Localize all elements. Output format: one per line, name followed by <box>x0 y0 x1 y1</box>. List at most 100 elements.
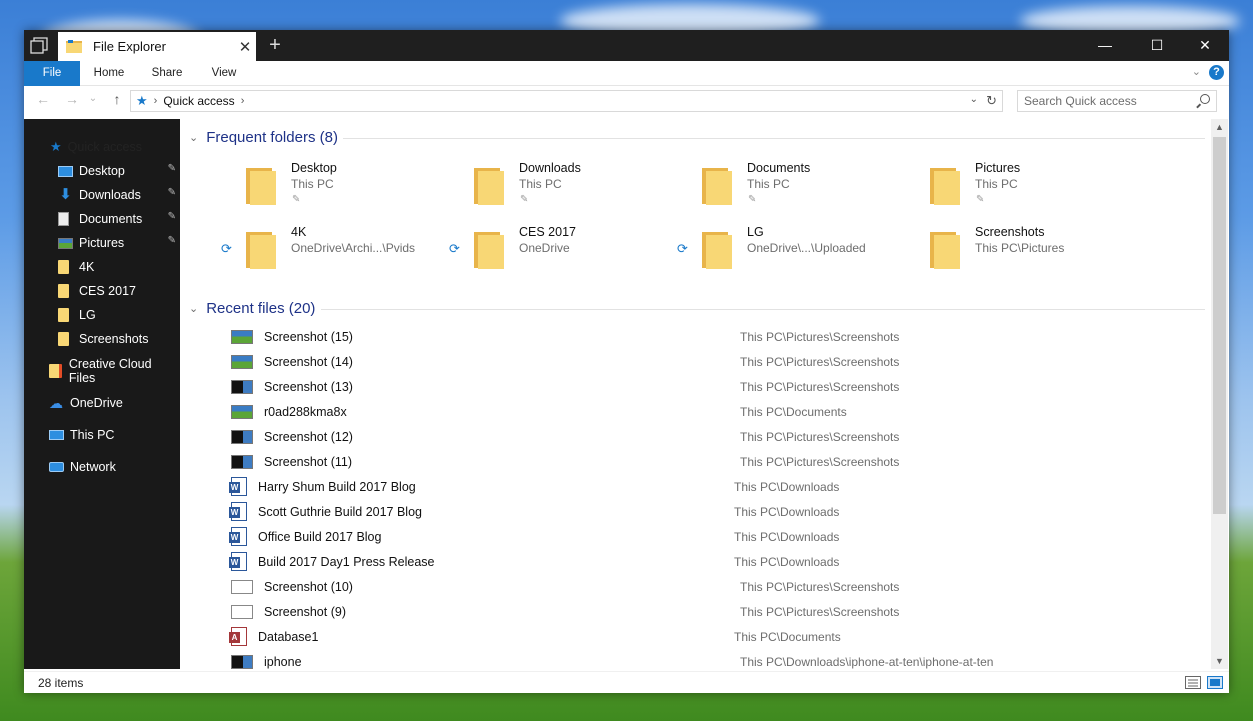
breadcrumb-quick-access[interactable]: Quick access <box>163 94 234 108</box>
recent-files-header[interactable]: ⌄ Recent files (20) <box>189 300 315 317</box>
recent-locations-button[interactable]: ⌄ <box>86 93 100 104</box>
title-bar: File Explorer ✕ + — ☐ ✕ <box>24 30 1229 61</box>
folder-icon <box>58 332 69 346</box>
scroll-up-button[interactable]: ▲ <box>1211 122 1228 132</box>
folder-tile[interactable]: Screenshots This PC\Pictures <box>905 225 1130 281</box>
folder-name: 4K <box>291 225 307 239</box>
folder-tile[interactable]: ⟳ CES 2017 OneDrive <box>449 225 674 281</box>
list-item[interactable]: Screenshot (15) This PC\Pictures\Screensh… <box>231 324 1211 349</box>
expand-ribbon-icon[interactable]: ⌄ <box>1192 65 1201 78</box>
list-item[interactable]: Screenshot (12) This PC\Pictures\Screensh… <box>231 424 1211 449</box>
task-view-icon[interactable] <box>30 37 48 54</box>
sidebar-item-label: This PC <box>70 428 115 442</box>
file-explorer-window: File Explorer ✕ + — ☐ ✕ File Home Share … <box>24 30 1229 693</box>
list-item[interactable]: Screenshot (11) This PC\Pictures\Screensh… <box>231 449 1211 474</box>
search-icon[interactable] <box>1200 94 1210 104</box>
sidebar-item-lg[interactable]: LG <box>24 303 180 327</box>
list-item[interactable]: Build 2017 Day1 Press Release This PC\Dow… <box>229 549 1211 574</box>
onedrive-icon: ☁ <box>49 395 63 411</box>
sidebar-item-onedrive[interactable]: ☁ OneDrive <box>24 391 180 415</box>
file-name: Screenshot (10) <box>264 579 353 594</box>
search-input[interactable]: Search Quick access <box>1017 90 1217 112</box>
sidebar-item-this-pc[interactable]: This PC <box>24 423 180 447</box>
tab-share[interactable]: Share <box>144 61 190 86</box>
sidebar-item-ces-2017[interactable]: CES 2017 <box>24 279 180 303</box>
frequent-folders-header[interactable]: ⌄ Frequent folders (8) <box>189 129 338 146</box>
chevron-down-icon[interactable]: ⌄ <box>189 131 198 144</box>
chevron-down-icon[interactable]: ⌄ <box>189 302 198 315</box>
list-item[interactable]: Screenshot (13) This PC\Pictures\Screensh… <box>231 374 1211 399</box>
file-name: r0ad288kma8x <box>264 404 347 419</box>
folder-location: This PC\Pictures <box>975 241 1065 255</box>
list-item[interactable]: Office Build 2017 Blog This PC\Downloads <box>229 524 1211 549</box>
new-tab-button[interactable]: + <box>264 34 286 56</box>
sync-icon: ⟳ <box>221 241 232 256</box>
folder-tile[interactable]: Desktop This PC ✎ <box>221 161 446 217</box>
folder-name: CES 2017 <box>519 225 576 239</box>
file-path: This PC\Pictures\Screenshots <box>740 429 900 444</box>
sidebar-item-quick-access[interactable]: ★ Quick access <box>24 135 180 159</box>
vertical-scrollbar[interactable]: ▲ ▼ <box>1211 119 1228 669</box>
list-item[interactable]: Harry Shum Build 2017 Blog This PC\Downlo… <box>229 474 1211 499</box>
pin-icon: ✎ <box>167 211 176 222</box>
close-window-button[interactable]: ✕ <box>1181 30 1229 61</box>
breadcrumb-separator[interactable]: › <box>154 95 158 107</box>
refresh-icon[interactable]: ↻ <box>986 93 997 109</box>
details-view-icon[interactable] <box>1185 676 1201 689</box>
tab-view[interactable]: View <box>202 61 246 86</box>
list-item[interactable]: Screenshot (9) This PC\Pictures\Screensho… <box>231 599 1211 624</box>
image-file-icon <box>231 404 253 419</box>
large-icons-view-icon[interactable] <box>1207 676 1223 689</box>
up-button[interactable]: ↑ <box>107 91 127 107</box>
breadcrumb-separator[interactable]: › <box>241 95 245 107</box>
sidebar-item-documents[interactable]: Documents ✎ <box>24 207 180 231</box>
list-item[interactable]: Screenshot (14) This PC\Pictures\Screensh… <box>231 349 1211 374</box>
maximize-button[interactable]: ☐ <box>1133 30 1181 61</box>
tab-file[interactable]: File <box>24 61 80 86</box>
folder-icon <box>702 229 732 269</box>
file-name: Harry Shum Build 2017 Blog <box>258 479 416 494</box>
folder-tile[interactable]: Documents This PC ✎ <box>677 161 902 217</box>
address-dropdown-icon[interactable]: ⌄ <box>970 94 978 105</box>
folder-tile[interactable]: ⟳ 4K OneDrive\Archi...\Pvids <box>221 225 446 281</box>
file-path: This PC\Pictures\Screenshots <box>740 379 900 394</box>
folder-tile[interactable]: ⟳ LG OneDrive\...\Uploaded <box>677 225 902 281</box>
close-tab-icon[interactable]: ✕ <box>234 38 256 56</box>
sidebar-item-label: Screenshots <box>79 332 149 346</box>
list-item[interactable]: Scott Guthrie Build 2017 Blog This PC\Dow… <box>229 499 1211 524</box>
tab-home[interactable]: Home <box>84 61 134 86</box>
folder-tile[interactable]: Downloads This PC ✎ <box>449 161 674 217</box>
list-item[interactable]: r0ad288kma8x This PC\Documents <box>231 399 1211 424</box>
network-icon <box>49 462 64 472</box>
scrollbar-thumb[interactable] <box>1213 137 1226 514</box>
help-icon[interactable]: ? <box>1209 65 1224 80</box>
address-bar[interactable]: ★ › Quick access › ⌄ ↻ <box>130 90 1003 112</box>
sidebar-item-creative-cloud-files[interactable]: Creative Cloud Files <box>24 357 180 385</box>
list-item[interactable]: Database1 This PC\Documents <box>229 624 1211 649</box>
navigation-pane: ★ Quick access Desktop ✎ ⬇ Downloads ✎ D… <box>24 119 180 669</box>
sidebar-item-network[interactable]: Network <box>24 455 180 479</box>
tab-file-explorer[interactable]: File Explorer ✕ <box>58 32 256 61</box>
file-name: Screenshot (13) <box>264 379 353 394</box>
minimize-button[interactable]: — <box>1081 30 1129 61</box>
file-name: Office Build 2017 Blog <box>258 529 382 544</box>
back-button[interactable]: ← <box>33 91 53 107</box>
folder-icon <box>474 229 504 269</box>
sidebar-item-pictures[interactable]: Pictures ✎ <box>24 231 180 255</box>
pin-icon: ✎ <box>167 187 176 198</box>
list-item[interactable]: Screenshot (10) This PC\Pictures\Screensh… <box>231 574 1211 599</box>
sidebar-item-4k[interactable]: 4K <box>24 255 180 279</box>
sidebar-item-downloads[interactable]: ⬇ Downloads ✎ <box>24 183 180 207</box>
sidebar-item-screenshots[interactable]: Screenshots <box>24 327 180 351</box>
desktop-icon <box>58 165 73 177</box>
item-count: 28 items <box>38 676 84 690</box>
folder-name: Downloads <box>519 161 581 175</box>
file-path: This PC\Downloads <box>734 554 840 569</box>
scroll-down-button[interactable]: ▼ <box>1211 656 1228 666</box>
list-item[interactable]: iphone This PC\Downloads\iphone-at-ten\ip… <box>231 649 1211 669</box>
ribbon: File Home Share View ⌄ ? <box>24 61 1229 86</box>
file-path: This PC\Pictures\Screenshots <box>740 354 900 369</box>
forward-button[interactable]: → <box>62 91 82 107</box>
folder-tile[interactable]: Pictures This PC ✎ <box>905 161 1130 217</box>
sidebar-item-desktop[interactable]: Desktop ✎ <box>24 159 180 183</box>
